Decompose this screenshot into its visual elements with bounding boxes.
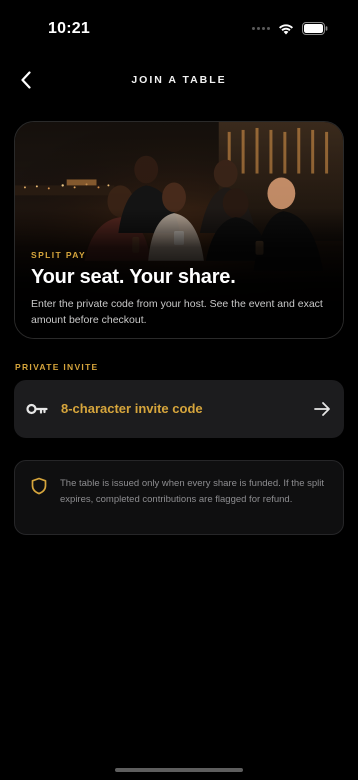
signal-icon <box>252 27 270 30</box>
notice-text: The table is issued only when every shar… <box>60 478 325 505</box>
arrow-right-icon[interactable] <box>312 399 332 419</box>
join-table-screen: 10:21 JOIN A TABLE SPLIT PAY Your seat. … <box>0 0 358 780</box>
split-pay-hero-card: SPLIT PAY Your seat. Your share. Enter t… <box>14 121 344 339</box>
hero-kicker: SPLIT PAY <box>31 250 87 260</box>
home-indicator[interactable] <box>115 768 243 772</box>
shield-icon <box>31 477 47 495</box>
nav-header: JOIN A TABLE <box>0 62 358 98</box>
invite-code-placeholder: 8-character invite code <box>61 401 203 416</box>
status-bar: 10:21 <box>0 0 358 58</box>
wifi-icon <box>279 23 293 34</box>
private-invite-label: PRIVATE INVITE <box>15 362 99 372</box>
page-title: JOIN A TABLE <box>131 74 227 86</box>
battery-icon <box>302 22 328 35</box>
key-icon <box>26 403 48 415</box>
hero-text: SPLIT PAY Your seat. Your share. Enter t… <box>31 250 329 328</box>
hero-description: Enter the private code from your host. S… <box>31 298 323 326</box>
refund-notice: The table is issued only when every shar… <box>14 460 344 535</box>
hero-title: Your seat. Your share. <box>31 266 236 288</box>
status-time: 10:21 <box>48 20 90 37</box>
invite-code-input[interactable]: 8-character invite code <box>14 380 344 438</box>
status-icons <box>252 22 328 35</box>
